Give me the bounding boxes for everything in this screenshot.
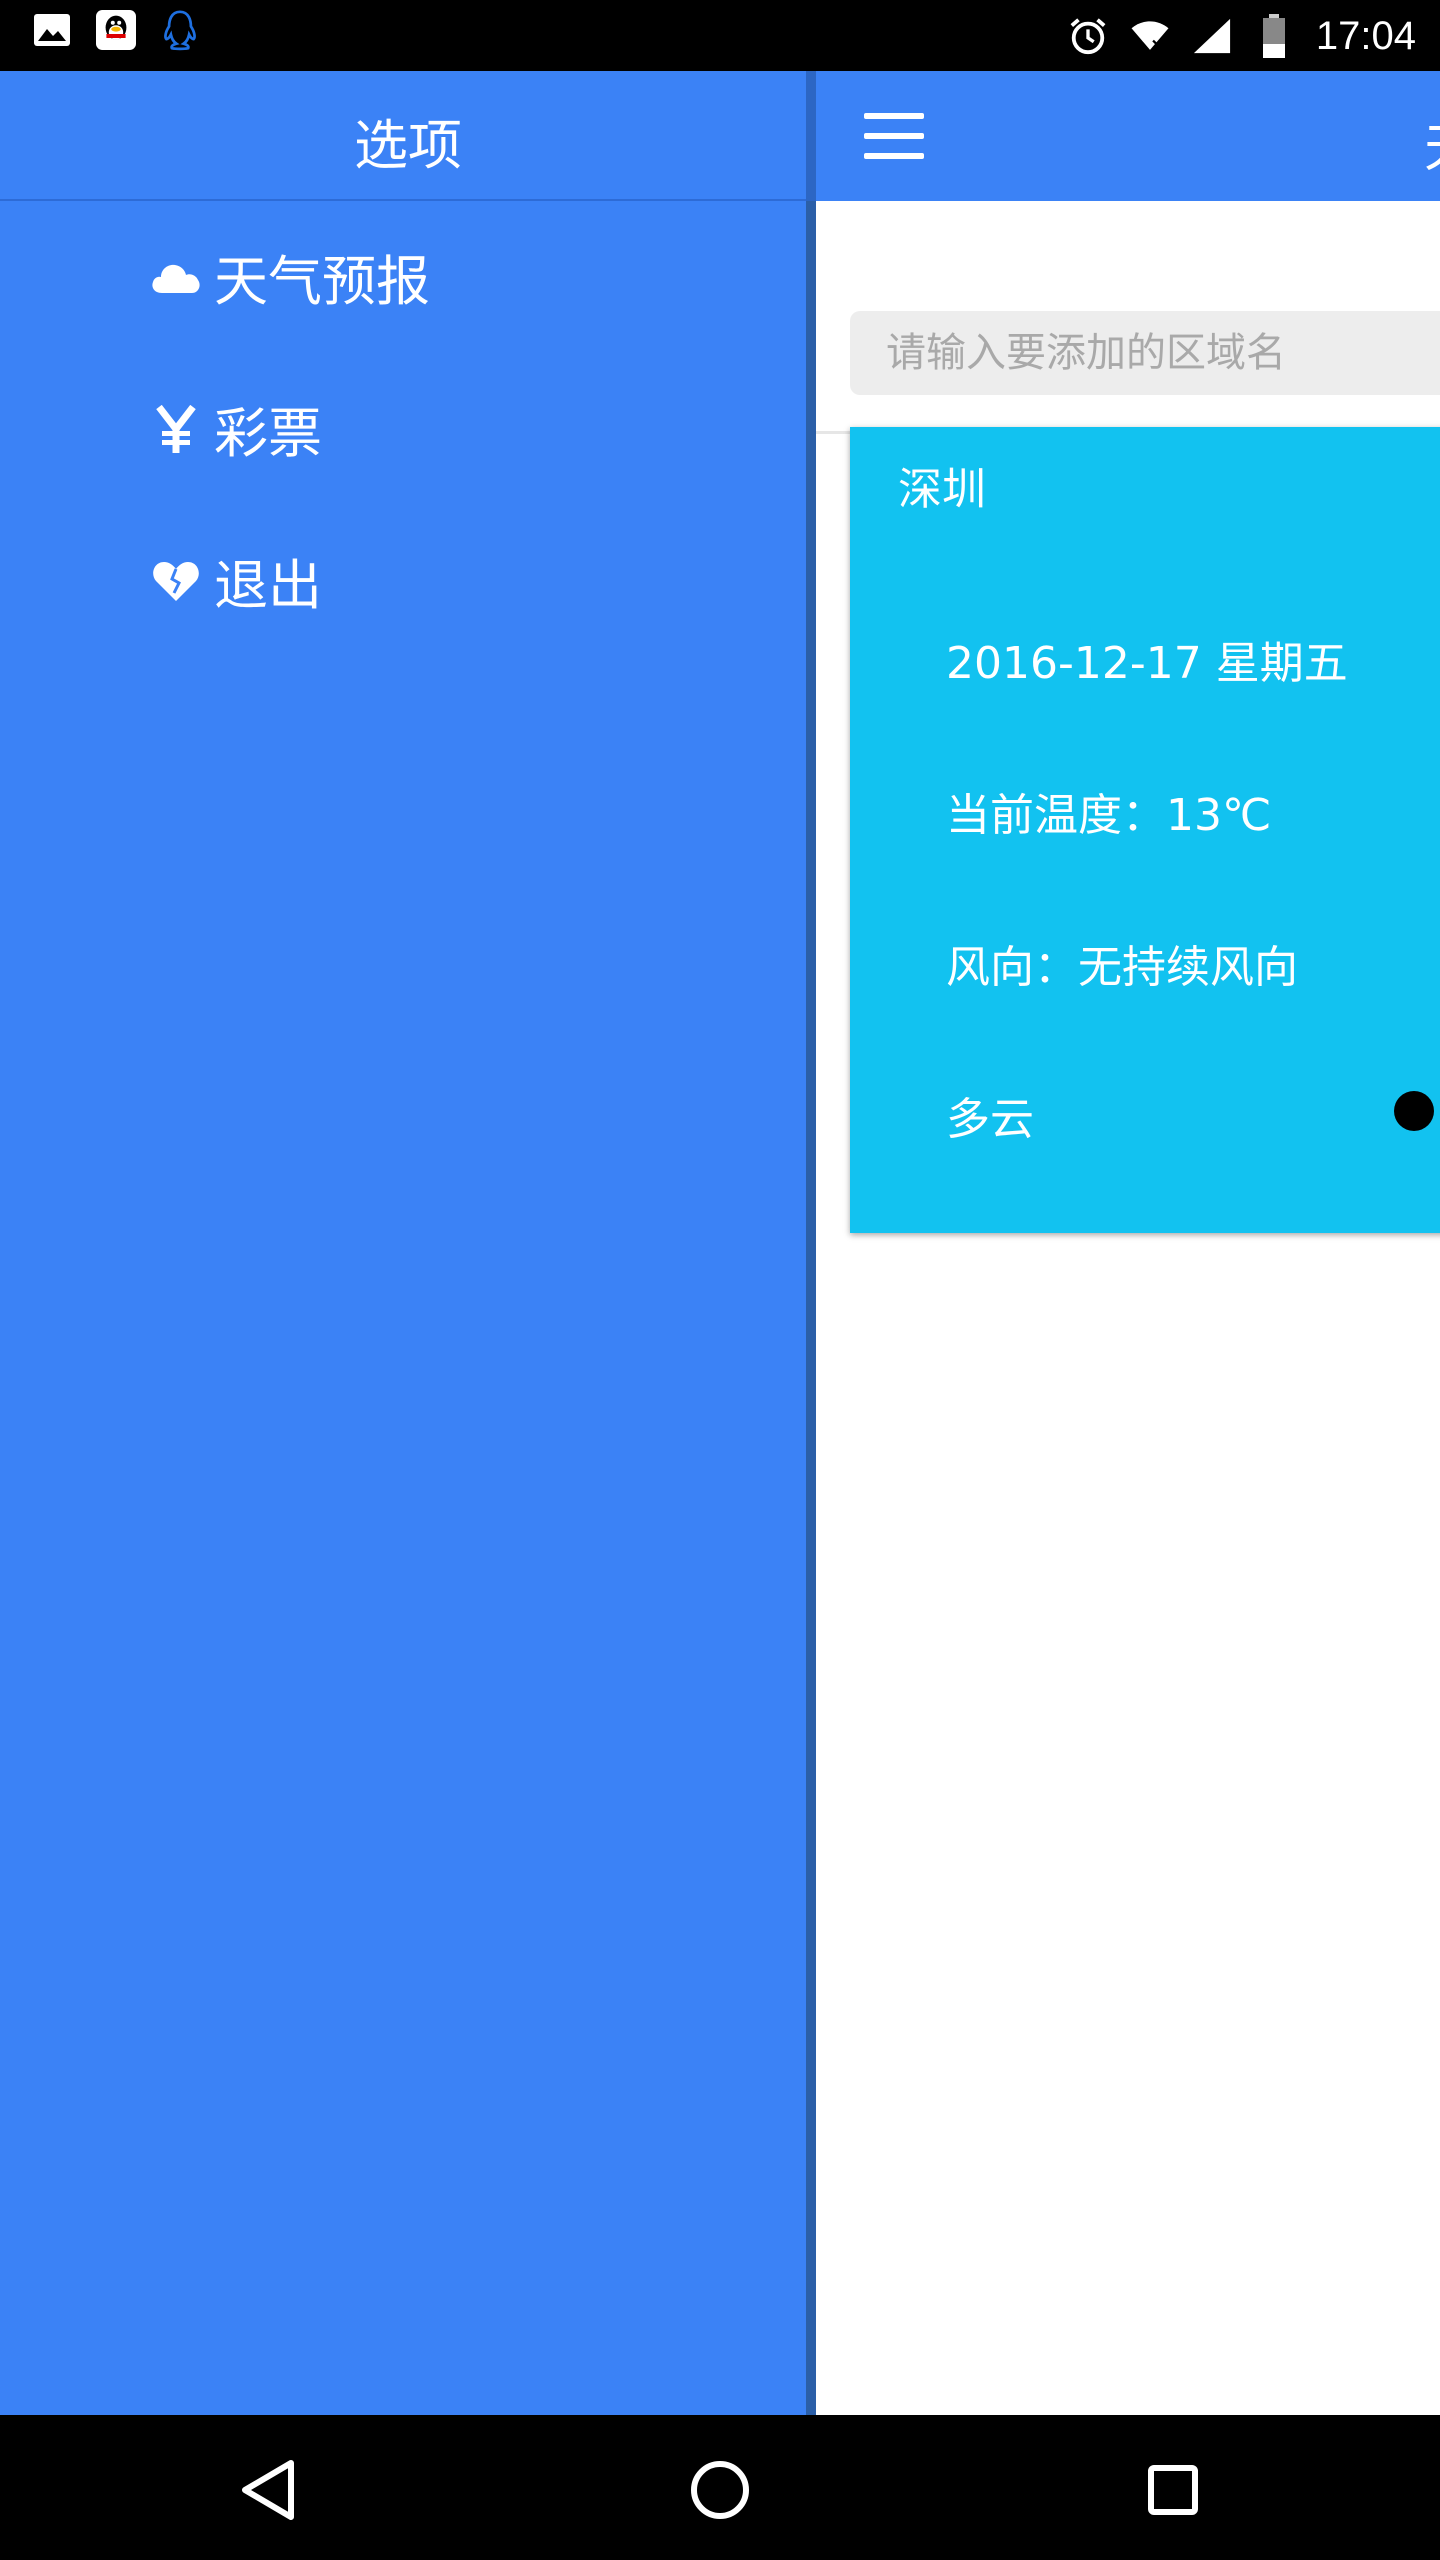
alarm-icon	[1068, 16, 1108, 56]
main-toolbar: 天	[816, 71, 1440, 201]
qq-icon	[96, 10, 136, 50]
recents-icon[interactable]	[1138, 2455, 1208, 2525]
cloud-icon	[150, 251, 202, 303]
clock: 17:04	[1315, 14, 1416, 58]
wind-direction: 风向：无持续风向	[946, 942, 1298, 993]
app-screen: 天 深圳 2016-12-17 星期五 当前温度：13℃ 风向：无持续风向 多云…	[0, 71, 1440, 2415]
drawer-divider	[806, 71, 816, 201]
status-bar: 17:04	[0, 0, 1440, 71]
search-bar	[816, 201, 1440, 434]
qq-outline-icon	[160, 10, 200, 51]
home-icon[interactable]	[685, 2455, 755, 2525]
drawer-item-weather[interactable]: 天气预报	[150, 237, 430, 316]
area-search-input[interactable]	[850, 311, 1440, 395]
signal-icon	[1192, 16, 1232, 56]
wifi-icon	[1130, 16, 1170, 56]
weather-condition: 多云	[946, 1094, 1034, 1145]
image-icon	[32, 10, 72, 50]
navigation-drawer: 选项 天气预报 彩票 退出	[0, 71, 806, 2415]
yen-icon	[150, 403, 202, 455]
drawer-item-label: 彩票	[214, 402, 322, 465]
weather-date: 2016-12-17 星期五	[946, 638, 1348, 689]
drawer-header: 选项	[0, 71, 806, 201]
drawer-item-label: 天气预报	[214, 250, 430, 313]
drawer-edge-shadow	[806, 201, 816, 2415]
weather-card[interactable]: 深圳 2016-12-17 星期五 当前温度：13℃ 风向：无持续风向 多云	[850, 427, 1440, 1233]
back-icon[interactable]	[235, 2455, 305, 2525]
current-temperature: 当前温度：13℃	[946, 790, 1272, 841]
weather-dot-icon	[1394, 1091, 1434, 1131]
system-nav-bar	[0, 2415, 1440, 2560]
city-name: 深圳	[898, 464, 986, 515]
battery-icon	[1254, 14, 1294, 58]
drawer-item-lottery[interactable]: 彩票	[150, 389, 322, 468]
broken-heart-icon	[150, 555, 202, 607]
drawer-item-label: 退出	[214, 554, 322, 617]
main-title: 天	[1424, 106, 1440, 181]
hamburger-menu-icon[interactable]	[864, 113, 928, 159]
drawer-item-exit[interactable]: 退出	[150, 541, 322, 620]
drawer-title: 选项	[354, 114, 462, 177]
